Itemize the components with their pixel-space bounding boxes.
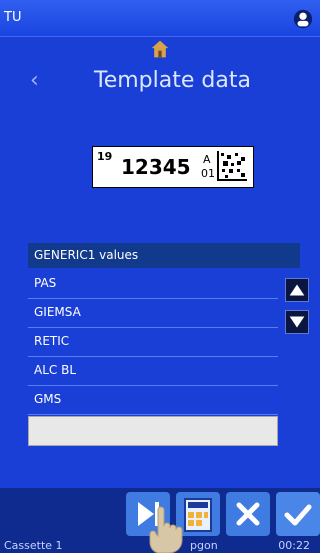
values-list: PAS GIEMSA RETIC ALC BL GMS [28, 270, 278, 415]
chevron-left-icon: ‹ [30, 68, 39, 93]
close-icon [236, 502, 260, 526]
user-icon [293, 9, 313, 29]
top-status-bar: TU [0, 0, 320, 36]
label-preview: 19 12345 A 01 [92, 146, 254, 188]
label-small-number: 19 [97, 150, 113, 163]
label-side-bottom: 01 [201, 167, 215, 180]
new-value-input[interactable] [28, 416, 278, 446]
check-icon [284, 504, 312, 526]
confirm-button[interactable] [276, 492, 320, 536]
datamatrix-icon [217, 151, 247, 181]
back-button[interactable]: ‹ [30, 68, 39, 93]
list-item-gms[interactable]: GMS [28, 386, 278, 415]
top-left-text: TU [4, 10, 22, 25]
list-item-pas[interactable]: PAS [28, 270, 278, 299]
cassette-label: Cassette 1 [4, 539, 63, 552]
title-bar: ‹ Template data [0, 62, 320, 102]
label-main-number: 12345 [121, 155, 191, 179]
bottom-status-bar: Cassette 1 pgon 00:22 [0, 539, 320, 553]
home-icon[interactable] [150, 39, 170, 59]
triangle-up-icon [289, 284, 305, 296]
status-middle: pgon [190, 539, 218, 552]
scroll-up-button[interactable] [285, 278, 309, 302]
scroll-down-button[interactable] [285, 310, 309, 334]
triangle-down-icon [289, 316, 305, 328]
list-item-retic[interactable]: RETIC [28, 328, 278, 357]
label-side-top: A [203, 153, 211, 166]
time-label: 00:22 [278, 539, 310, 552]
home-bar [0, 36, 320, 63]
values-header: GENERIC1 values [28, 243, 300, 268]
list-item-alc-bl[interactable]: ALC BL [28, 357, 278, 386]
list-item-giemsa[interactable]: GIEMSA [28, 299, 278, 328]
cancel-button[interactable] [226, 492, 270, 536]
page-title: Template data [94, 68, 251, 93]
